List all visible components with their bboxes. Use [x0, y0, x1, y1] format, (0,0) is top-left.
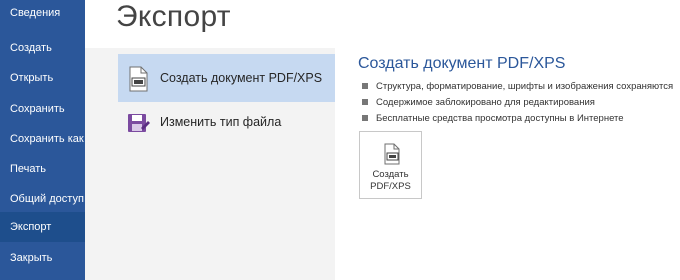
page-title: Экспорт — [116, 0, 231, 33]
list-item: Бесплатные средства просмотра доступны в… — [362, 112, 673, 128]
nav-item-open[interactable]: Открыть — [0, 65, 85, 91]
nav-item-save[interactable]: Сохранить — [0, 96, 85, 122]
option-change-file-type[interactable]: Изменить тип файла — [118, 98, 335, 146]
bullet-icon — [362, 115, 368, 121]
bullet-icon — [362, 99, 368, 105]
list-item-text: Структура, форматирование, шрифты и изоб… — [376, 81, 674, 92]
nav-item-label: Открыть — [10, 72, 54, 84]
nav-item-print[interactable]: Печать — [0, 156, 85, 182]
nav-item-label: Закрыть — [10, 252, 53, 264]
list-item: Содержимое заблокировано для редактирова… — [362, 96, 673, 112]
button-label: Создать PDF/XPS — [370, 169, 411, 192]
create-pdf-xps-button[interactable]: Создать PDF/XPS — [359, 131, 422, 199]
nav-item-export[interactable]: Экспорт — [0, 212, 85, 242]
list-item-text: Содержимое заблокировано для редактирова… — [376, 97, 595, 108]
nav-item-label: Печать — [10, 163, 47, 175]
nav-item-close[interactable]: Закрыть — [0, 245, 85, 271]
option-label: Изменить тип файла — [160, 115, 282, 129]
list-item-text: Бесплатные средства просмотра доступны в… — [376, 113, 624, 124]
main-content: Экспорт Создать документ PDF/XPS Изменит… — [85, 0, 680, 280]
nav-item-label: Сведения — [10, 7, 61, 19]
nav-item-label: Общий доступ — [10, 193, 84, 205]
bullet-icon — [362, 83, 368, 89]
save-file-icon — [126, 110, 150, 136]
nav-item-label: Сохранить — [10, 103, 65, 115]
option-create-pdf-xps[interactable]: Создать документ PDF/XPS — [118, 54, 335, 102]
nav-item-share[interactable]: Общий доступ — [0, 186, 85, 212]
list-item: Структура, форматирование, шрифты и изоб… — [362, 80, 673, 96]
nav-item-new[interactable]: Создать — [0, 35, 85, 61]
nav-item-label: Экспорт — [10, 221, 52, 233]
export-options-panel: Создать документ PDF/XPS Изменить тип фа… — [85, 48, 335, 280]
pdf-document-icon — [126, 66, 150, 92]
feature-list: Структура, форматирование, шрифты и изоб… — [362, 80, 673, 128]
backstage-sidebar: Сведения Создать Открыть Сохранить Сохра… — [0, 0, 85, 280]
nav-item-label: Создать — [10, 42, 52, 54]
detail-title: Создать документ PDF/XPS — [358, 55, 566, 72]
nav-item-info[interactable]: Сведения — [0, 0, 85, 22]
nav-item-save-as[interactable]: Сохранить как — [0, 126, 85, 152]
option-label: Создать документ PDF/XPS — [160, 71, 323, 85]
nav-item-label: Сохранить как — [10, 133, 84, 145]
pdf-document-icon — [382, 143, 402, 165]
